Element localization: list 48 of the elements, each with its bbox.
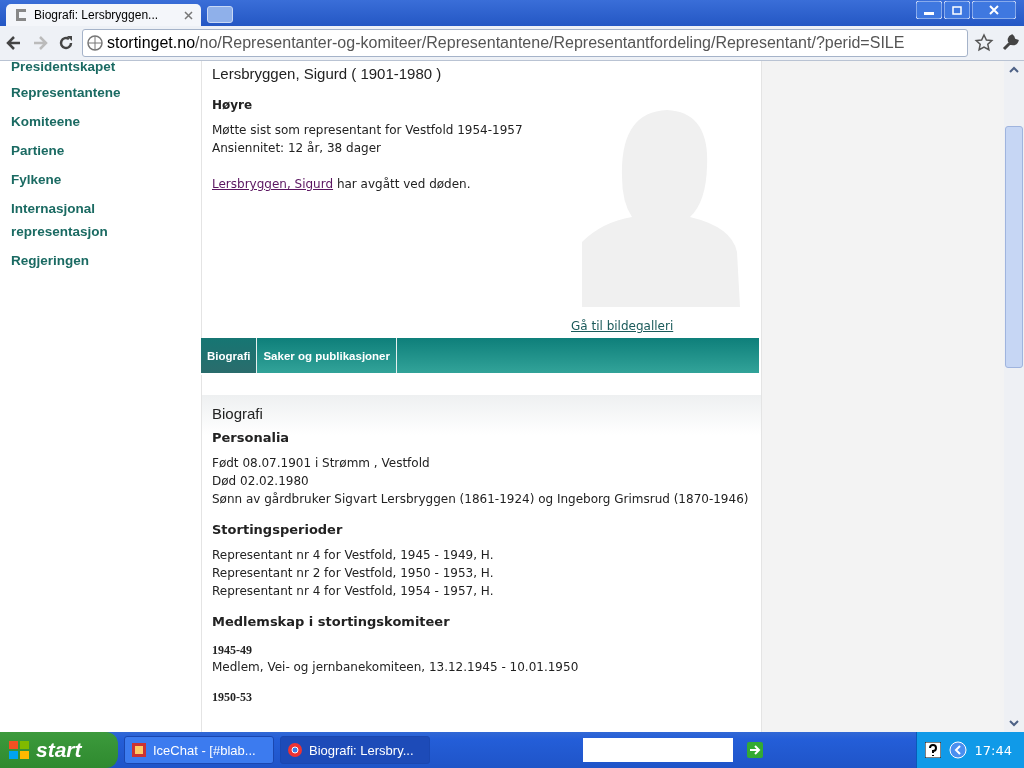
page-icon (14, 8, 28, 22)
deceased-notice: Lersbryggen, Sigurd har avgått ved døden. (212, 176, 472, 193)
representative-name: Lersbryggen, Sigurd ( 1901-1980 ) (212, 65, 443, 82)
taskbar-button[interactable]: IceChat - [#blab... (124, 736, 274, 764)
period-years: 1950-53 (212, 690, 253, 705)
section-heading: Medlemskap i stortingskomiteer (212, 614, 451, 629)
sidebar-link[interactable]: Komiteene (11, 110, 161, 133)
restore-icon[interactable] (944, 1, 970, 19)
sidebar-link[interactable]: Presidentskapet (11, 59, 161, 75)
sidebar-link[interactable]: Regjeringen (11, 249, 161, 272)
party-name: Høyre (212, 98, 254, 112)
profile-info: Ansiennitet: 12 år, 38 dager (212, 140, 382, 157)
browser-icon (287, 742, 303, 758)
wrench-icon[interactable] (1000, 33, 1020, 53)
name-link[interactable]: Lersbryggen, Sigurd (212, 177, 334, 191)
sidebar-link[interactable]: Representantene (11, 81, 161, 104)
minimize-icon[interactable] (916, 1, 942, 19)
tab[interactable]: Biografi (201, 338, 258, 373)
chat-app-icon (131, 742, 147, 758)
browser-tab[interactable]: Biografi: Lersbryggen... (6, 4, 201, 26)
profile-info: Møtte sist som representant for Vestfold 1954-1957 (212, 122, 524, 139)
biography-line: Representant nr 4 for Vestfold, 1945 - 1949, H. (212, 547, 495, 564)
help-icon[interactable] (924, 742, 941, 758)
chevron-left-icon[interactable] (948, 741, 967, 759)
period-years: 1945-49 (212, 643, 253, 658)
biography-line: Død 02.02.1980 (212, 473, 310, 490)
arrow-icon[interactable] (746, 742, 763, 758)
sidebar-link[interactable]: Internasjonal representasjon (11, 197, 161, 243)
biography-line: Representant nr 2 for Vestfold, 1950 - 1953, H. (212, 565, 495, 582)
address-bar[interactable]: stortinget.no/no/Representanter-og-komiteer/Representantene/Representantfordeling/Representant/?perid=SILE (82, 29, 968, 57)
globe-icon (87, 35, 103, 51)
biography-line: Representant nr 4 for Vestfold, 1954 - 1957, H. (212, 583, 495, 600)
committee-line: Medlem, Vei- og jernbanekomiteen, 13.12.1945 - 10.01.1950 (212, 659, 580, 676)
tab[interactable]: Saker og publikasjoner (257, 338, 397, 373)
section-heading: Personalia (212, 430, 291, 445)
taskbar-button[interactable]: Biografi: Lersbry... (280, 736, 430, 764)
windows-logo-icon (8, 740, 30, 760)
biography-line: Født 08.07.1901 i Strømm , Vestfold (212, 455, 431, 472)
section-heading: Stortingsperioder (212, 522, 344, 537)
clock: 17:44 (974, 742, 1012, 758)
gallery-link[interactable]: Gå til bildegalleri (571, 319, 674, 333)
sidebar-link[interactable]: Partiene (11, 139, 161, 162)
close-icon[interactable] (184, 10, 193, 20)
section-title: Biografi (212, 405, 264, 422)
star-icon[interactable] (974, 33, 994, 53)
biography-line: Sønn av gårdbruker Sigvart Lersbryggen (1861-1924) og Ingeborg Grimsrud (1870-1946) (212, 491, 750, 508)
start-button[interactable]: start (0, 732, 118, 768)
sidebar-link[interactable]: Fylkene (11, 168, 161, 191)
